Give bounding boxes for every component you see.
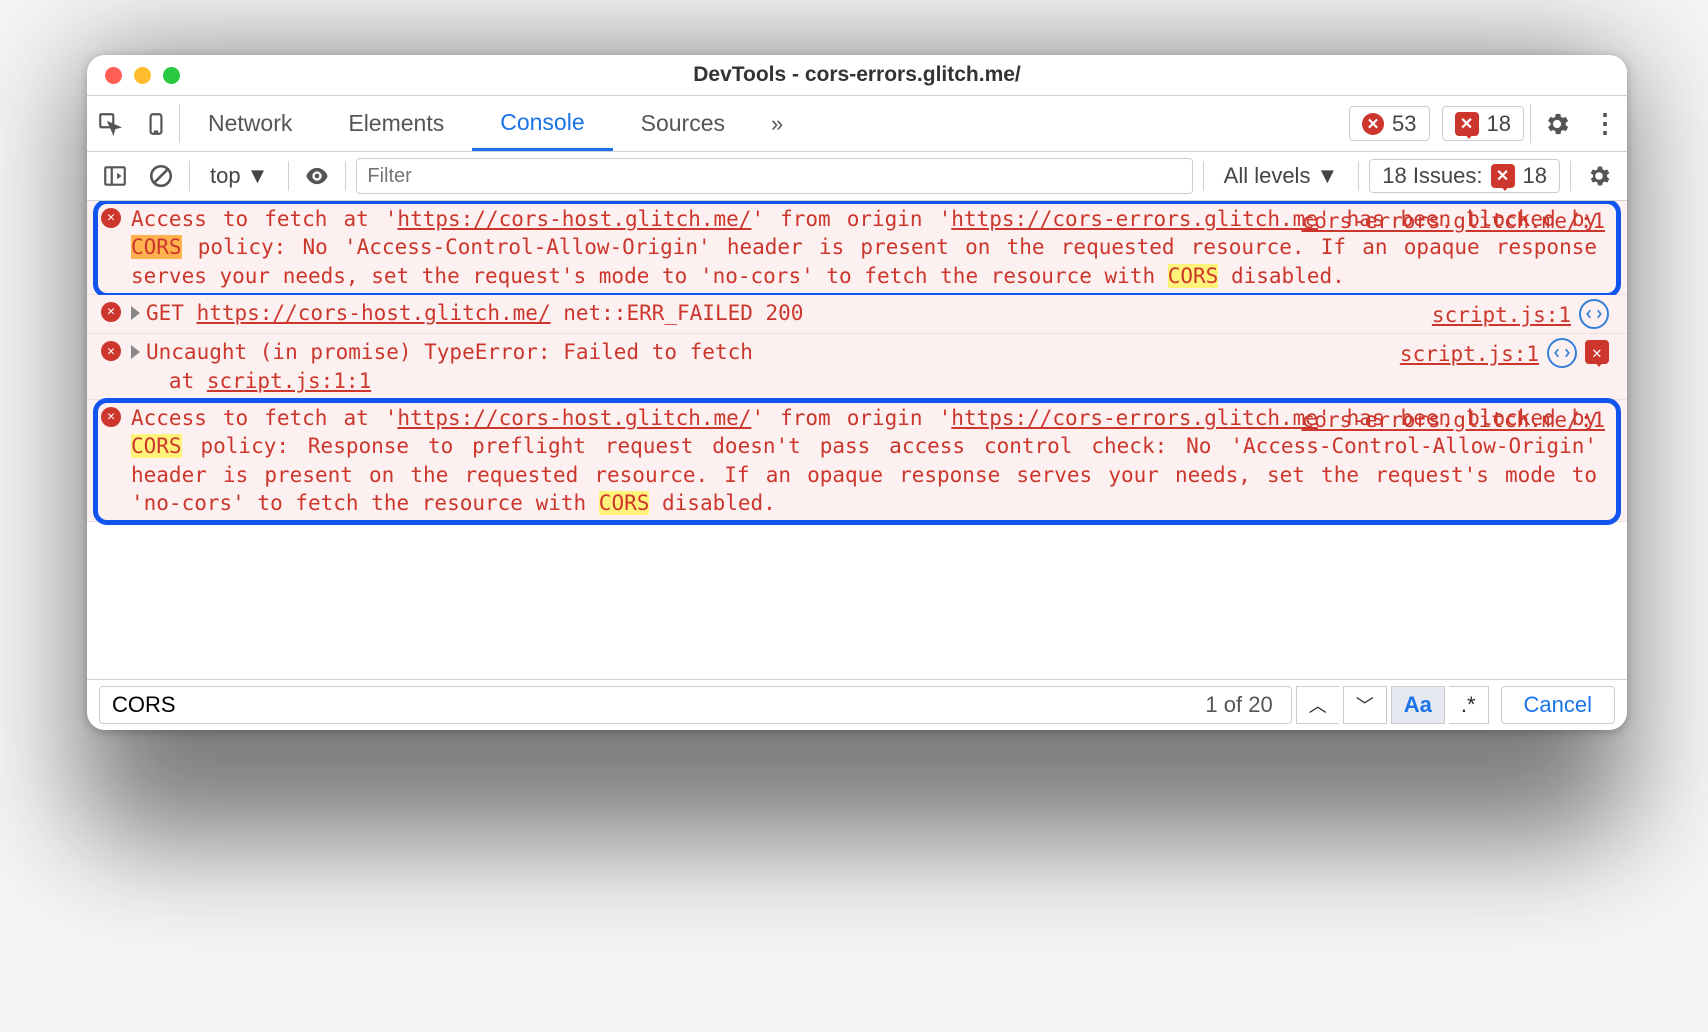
tab-console[interactable]: Console bbox=[472, 96, 612, 151]
url-link[interactable]: https://cors-errors.glitch.me bbox=[951, 207, 1318, 231]
expand-caret-icon[interactable] bbox=[131, 345, 140, 359]
issue-icon: ✕ bbox=[1491, 164, 1515, 188]
reload-icon[interactable] bbox=[1547, 338, 1577, 368]
divider bbox=[1203, 161, 1204, 191]
search-match: CORS bbox=[599, 491, 650, 515]
find-bar: 1 of 20 ︿ ﹀ Aa .* Cancel bbox=[87, 679, 1627, 730]
divider bbox=[288, 161, 289, 191]
url-link[interactable]: https://cors-host.glitch.me/ bbox=[397, 406, 751, 430]
issue-count-button[interactable]: ✕ 18 bbox=[1442, 106, 1524, 141]
divider bbox=[1570, 161, 1571, 191]
console-error-message[interactable]: ✕ Access to fetch at 'https://cors-host.… bbox=[87, 400, 1627, 522]
filter-input[interactable] bbox=[356, 158, 1192, 194]
tab-elements[interactable]: Elements bbox=[320, 96, 472, 151]
error-count-button[interactable]: ✕ 53 bbox=[1349, 106, 1429, 141]
live-expression-icon[interactable] bbox=[299, 158, 335, 194]
kebab-menu-icon[interactable]: ⋮ bbox=[1583, 96, 1627, 151]
reload-icon[interactable] bbox=[1579, 299, 1609, 329]
find-cancel-button[interactable]: Cancel bbox=[1501, 686, 1615, 724]
url-link[interactable]: https://cors-host.glitch.me/ bbox=[397, 207, 751, 231]
message-text: Uncaught (in promise) TypeError: Failed … bbox=[131, 338, 1390, 395]
search-match: CORS bbox=[131, 434, 182, 458]
clear-console-icon[interactable] bbox=[143, 158, 179, 194]
search-match: CORS bbox=[1168, 264, 1219, 288]
url-link[interactable]: https://cors-errors.glitch.me bbox=[951, 406, 1318, 430]
log-levels-selector[interactable]: All levels ▼ bbox=[1214, 163, 1349, 189]
console-output[interactable]: ✕ Access to fetch at 'https://cors-host.… bbox=[87, 201, 1627, 679]
find-next-button[interactable]: ﹀ bbox=[1343, 686, 1387, 724]
search-match: CORS bbox=[131, 235, 182, 259]
chevron-down-icon: ▼ bbox=[247, 163, 269, 189]
stack-link[interactable]: script.js:1:1 bbox=[207, 369, 371, 393]
settings-icon[interactable] bbox=[1531, 96, 1583, 151]
match-case-toggle[interactable]: Aa bbox=[1391, 686, 1445, 724]
log-levels-label: All levels bbox=[1224, 163, 1311, 189]
error-icon: ✕ bbox=[101, 208, 121, 228]
console-toolbar: top ▼ All levels ▼ 18 Issues: ✕ 18 bbox=[87, 152, 1627, 201]
context-label: top bbox=[210, 163, 241, 189]
source-link[interactable]: script.js:1 bbox=[1432, 303, 1571, 327]
inspect-element-icon[interactable] bbox=[87, 111, 133, 137]
context-selector[interactable]: top ▼ bbox=[200, 163, 278, 189]
console-settings-icon[interactable] bbox=[1581, 158, 1617, 194]
url-link[interactable]: https://cors-host.glitch.me/ bbox=[197, 301, 551, 325]
device-toggle-icon[interactable] bbox=[133, 111, 179, 137]
error-icon: ✕ bbox=[101, 302, 121, 322]
divider bbox=[189, 161, 190, 191]
divider bbox=[1358, 161, 1359, 191]
sidebar-toggle-icon[interactable] bbox=[97, 158, 133, 194]
close-button[interactable] bbox=[105, 67, 122, 84]
expand-caret-icon[interactable] bbox=[131, 306, 140, 320]
source-link[interactable]: cors-errors.glitch.me/:1 bbox=[1302, 209, 1605, 233]
console-error-message[interactable]: ✕ Access to fetch at 'https://cors-host.… bbox=[87, 201, 1627, 295]
issues-label: 18 Issues: bbox=[1382, 163, 1482, 189]
tabs-overflow-icon[interactable]: » bbox=[753, 96, 801, 151]
issue-count-text: 18 bbox=[1487, 111, 1511, 137]
tab-network[interactable]: Network bbox=[180, 96, 320, 151]
main-tabs: Network Elements Console Sources » ✕ 53 … bbox=[87, 96, 1627, 152]
error-icon: ✕ bbox=[1362, 113, 1384, 135]
find-input-wrapper: 1 of 20 bbox=[99, 686, 1292, 724]
chevron-down-icon: ▼ bbox=[1316, 163, 1338, 189]
maximize-button[interactable] bbox=[163, 67, 180, 84]
issues-button[interactable]: 18 Issues: ✕ 18 bbox=[1369, 159, 1560, 193]
source-link[interactable]: script.js:1 bbox=[1400, 342, 1539, 366]
devtools-window: DevTools - cors-errors.glitch.me/ Networ… bbox=[87, 55, 1627, 730]
error-icon: ✕ bbox=[101, 341, 121, 361]
traffic-lights bbox=[105, 67, 180, 84]
issue-icon[interactable]: ✕ bbox=[1585, 340, 1609, 364]
find-count: 1 of 20 bbox=[1197, 692, 1280, 718]
issues-count: 18 bbox=[1523, 163, 1547, 189]
divider bbox=[345, 161, 346, 191]
message-text: GET https://cors-host.glitch.me/ net::ER… bbox=[131, 299, 1422, 329]
window-title: DevTools - cors-errors.glitch.me/ bbox=[87, 63, 1627, 87]
minimize-button[interactable] bbox=[134, 67, 151, 84]
error-count-text: 53 bbox=[1392, 111, 1416, 137]
tab-sources[interactable]: Sources bbox=[613, 96, 753, 151]
console-error-message[interactable]: ✕ Uncaught (in promise) TypeError: Faile… bbox=[87, 334, 1627, 400]
find-input[interactable] bbox=[110, 691, 1197, 719]
console-error-message[interactable]: ✕ GET https://cors-host.glitch.me/ net::… bbox=[87, 295, 1627, 334]
find-prev-button[interactable]: ︿ bbox=[1296, 686, 1339, 724]
source-link[interactable]: cors-errors.glitch.me/:1 bbox=[1302, 408, 1605, 432]
regex-toggle[interactable]: .* bbox=[1449, 686, 1489, 724]
titlebar: DevTools - cors-errors.glitch.me/ bbox=[87, 55, 1627, 96]
issue-icon: ✕ bbox=[1455, 112, 1479, 136]
error-icon: ✕ bbox=[101, 407, 121, 427]
